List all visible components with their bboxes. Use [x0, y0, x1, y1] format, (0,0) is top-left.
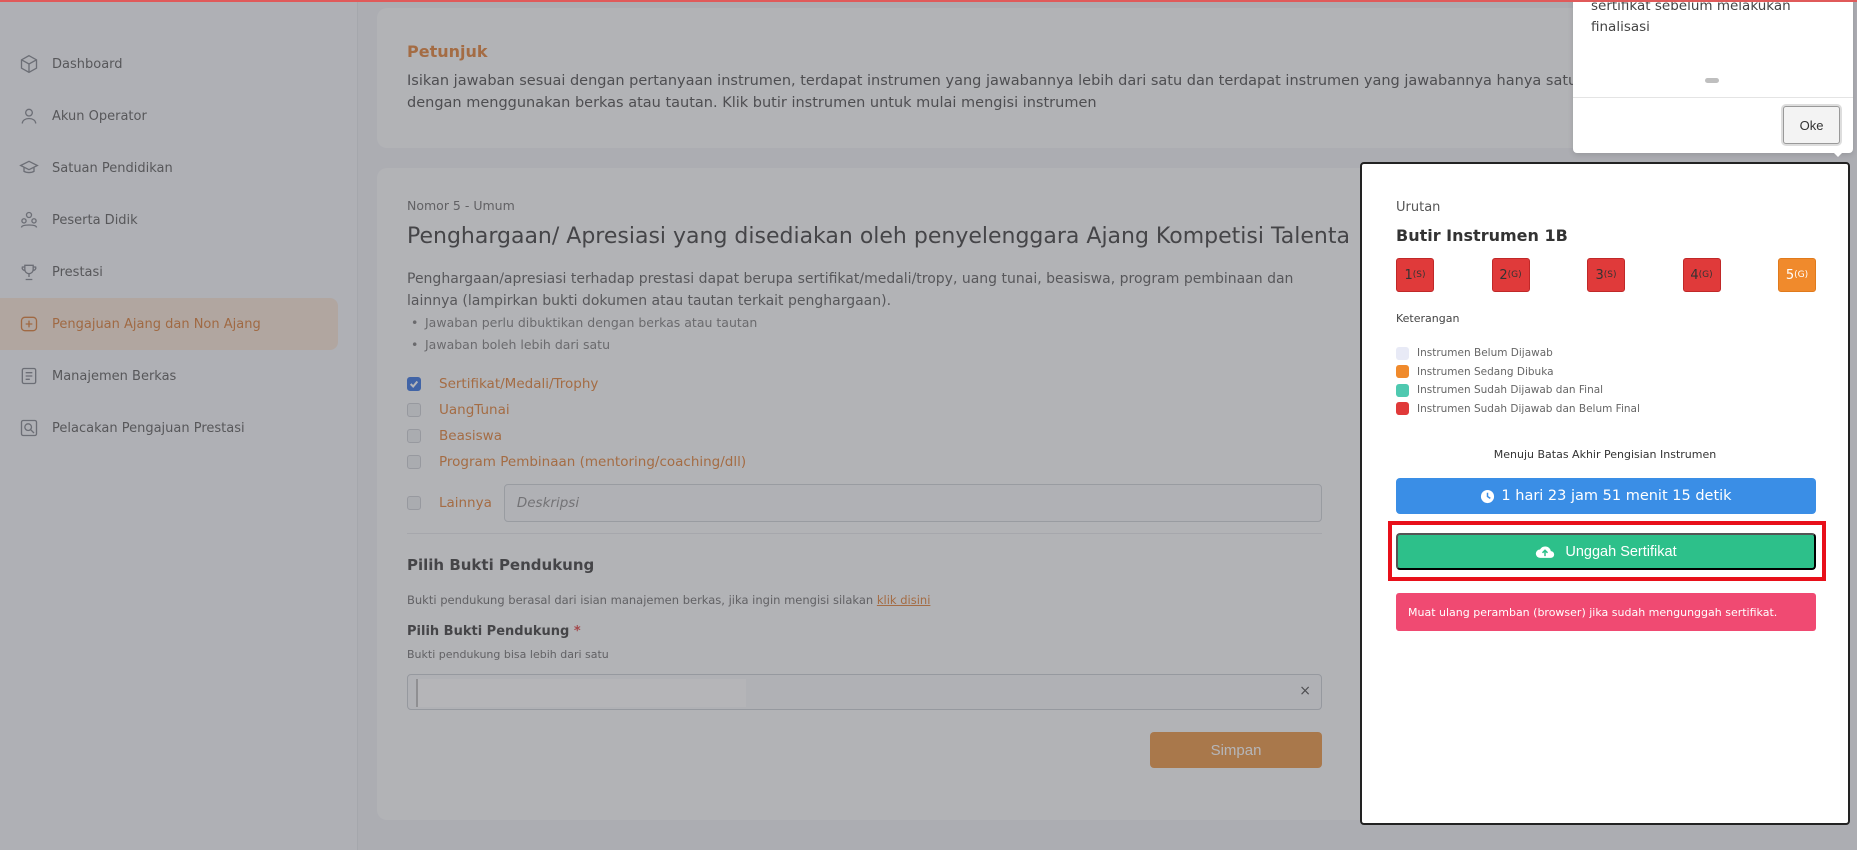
legend-swatch: [1396, 365, 1409, 379]
batas-label: Menuju Batas Akhir Pengisian Instrumen: [1493, 448, 1717, 461]
instrument-number: 5: [1785, 267, 1795, 283]
tooltip-text: sertifikat sebelum melakukan finalisasi: [1591, 0, 1831, 38]
instrument-number: 2: [1499, 267, 1508, 283]
legend-label: Instrumen Belum Dijawab: [1417, 347, 1553, 360]
unggah-sertifikat-button[interactable]: Unggah Sertifikat: [1396, 533, 1816, 570]
cloud-upload-icon: [1536, 545, 1555, 558]
legend: Instrumen Belum Dijawab Instrumen Sedang…: [1396, 344, 1640, 418]
legend-item: Instrumen Belum Dijawab: [1396, 344, 1640, 363]
instrument-item-1[interactable]: 1 (S): [1396, 258, 1434, 292]
reload-alert: Muat ulang peramban (browser) jika sudah…: [1396, 593, 1816, 631]
tooltip-divider: [1573, 97, 1853, 98]
top-accent-line: [0, 0, 1857, 2]
upload-label: Unggah Sertifikat: [1565, 543, 1677, 560]
instrument-type: (G): [1698, 270, 1713, 280]
instrument-panel: Urutan Butir Instrumen 1B 1 (S) 2 (G) 3 (S)…: [1360, 162, 1850, 825]
tooltip-line-2: finalisasi: [1591, 19, 1650, 35]
tooltip-progress-dot: [1705, 78, 1719, 83]
legend-swatch: [1396, 402, 1409, 416]
keterangan-label: Keterangan: [1396, 312, 1460, 325]
instrument-number: 4: [1690, 267, 1699, 283]
instrument-type: (S): [1603, 270, 1617, 280]
clock-icon: [1481, 489, 1495, 503]
instrument-type: (G): [1507, 270, 1522, 280]
instrument-item-2[interactable]: 2 (G): [1491, 258, 1530, 292]
countdown-timer: 1 hari 23 jam 51 menit 15 detik: [1396, 478, 1816, 514]
instrument-item-3[interactable]: 3 (S): [1587, 258, 1625, 292]
instrument-type: (S): [1412, 270, 1426, 280]
legend-swatch: [1396, 383, 1409, 397]
legend-label: Instrumen Sudah Dijawab dan Belum Final: [1417, 402, 1640, 415]
instrument-item-4[interactable]: 4 (G): [1682, 258, 1721, 292]
tooltip-arrow: [1832, 151, 1844, 157]
legend-item: Instrumen Sudah Dijawab dan Final: [1396, 381, 1640, 400]
tooltip-line-1: sertifikat sebelum melakukan: [1591, 0, 1791, 14]
legend-label: Instrumen Sudah Dijawab dan Final: [1417, 384, 1604, 397]
instrument-item-5[interactable]: 5 (G): [1778, 258, 1816, 292]
legend-item: Instrumen Sedang Dibuka: [1396, 363, 1640, 382]
panel-title: Butir Instrumen 1B: [1396, 226, 1568, 245]
instrument-type: (G): [1794, 270, 1809, 280]
instrument-numbers: 1 (S) 2 (G) 3 (S) 4 (G) 5 (G): [1396, 258, 1816, 292]
oke-button[interactable]: Oke: [1783, 106, 1840, 144]
tour-tooltip: sertifikat sebelum melakukan finalisasi …: [1573, 0, 1853, 153]
legend-label: Instrumen Sedang Dibuka: [1417, 365, 1554, 378]
urutan-label: Urutan: [1396, 200, 1441, 215]
legend-swatch: [1396, 346, 1409, 360]
instrument-number: 1: [1404, 267, 1413, 283]
legend-item: Instrumen Sudah Dijawab dan Belum Final: [1396, 400, 1640, 419]
timer-text: 1 hari 23 jam 51 menit 15 detik: [1501, 488, 1732, 504]
instrument-number: 3: [1595, 267, 1604, 283]
